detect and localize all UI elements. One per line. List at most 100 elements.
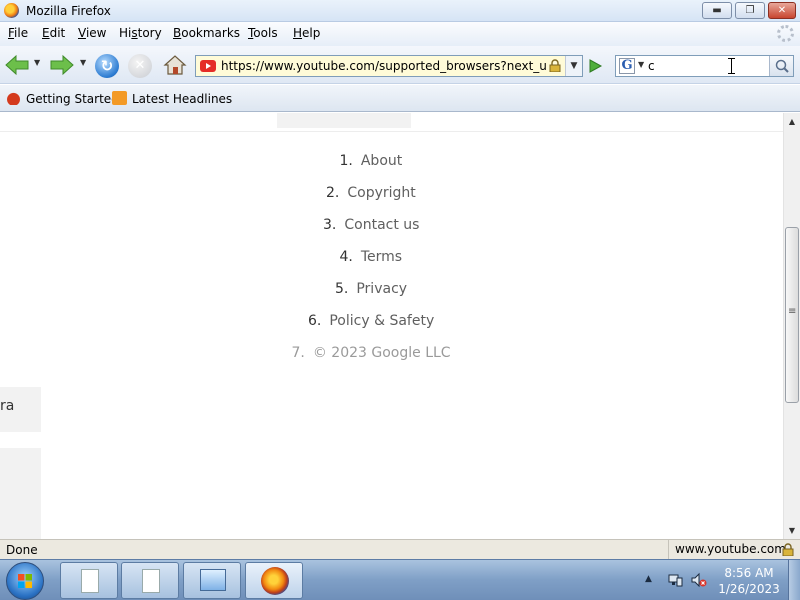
copyright-item: 7. © 2023 Google LLC	[292, 345, 451, 377]
reload-button[interactable]: ↻	[95, 54, 119, 78]
clock-time: 8:56 AM	[724, 566, 774, 580]
footer-item-label: About	[360, 153, 403, 169]
url-text[interactable]: https://www.youtube.com/supported_browse…	[221, 59, 547, 73]
search-button[interactable]	[769, 56, 793, 76]
scroll-up-button[interactable]: ▲	[784, 113, 800, 130]
show-desktop-button[interactable]	[788, 560, 800, 600]
padlock-icon[interactable]	[549, 59, 561, 72]
footer-item-number: 7.	[291, 345, 305, 361]
taskbar-item-document-2[interactable]	[121, 562, 179, 599]
menu-bar: File Edit View History Bookmarks Tools H…	[0, 22, 800, 46]
menu-help-label: elp	[302, 26, 321, 40]
windows-logo-icon	[18, 574, 32, 588]
side-panel-block	[0, 448, 41, 539]
side-panel-text: ra	[0, 398, 15, 414]
system-clock[interactable]: 8:56 AM 1/26/2023	[716, 565, 782, 597]
firefox-icon	[261, 567, 289, 595]
footer-item-label: Terms	[360, 249, 403, 265]
status-bar: Done www.youtube.com	[0, 539, 800, 559]
menu-edit-key: E	[42, 26, 50, 40]
search-engine-selector[interactable]: G ▼	[618, 58, 646, 74]
back-history-dropdown[interactable]: ▼	[34, 58, 40, 67]
menu-history-pre: Hi	[119, 26, 132, 40]
menu-view-label: iew	[85, 26, 107, 40]
menu-tools[interactable]: Tools	[248, 26, 278, 40]
menu-help-key: H	[293, 26, 303, 40]
menu-bookmarks-label: ookmarks	[181, 26, 241, 40]
go-button[interactable]	[587, 58, 603, 74]
forward-button[interactable]	[49, 54, 75, 76]
scroll-thumb[interactable]	[785, 227, 799, 404]
menu-view[interactable]: View	[78, 26, 106, 40]
url-history-dropdown[interactable]: ▼	[565, 56, 582, 76]
forward-arrow-icon	[50, 54, 74, 76]
menu-edit-label: dit	[49, 26, 66, 40]
bookmark-latest-headlines-label: Latest Headlines	[132, 92, 233, 106]
forward-history-dropdown[interactable]: ▼	[80, 58, 86, 67]
footer-link[interactable]: 6. Policy & Safety	[308, 313, 434, 345]
bookmark-getting-started-label: Getting Started	[26, 92, 119, 106]
menu-view-key: V	[78, 26, 86, 40]
footer-link[interactable]: 4. Terms	[340, 249, 403, 281]
footer-link[interactable]: 1. About	[340, 153, 403, 185]
window-title: Mozilla Firefox	[26, 4, 111, 18]
scroll-down-button[interactable]: ▼	[784, 522, 800, 539]
magnifier-icon	[775, 59, 789, 73]
top-page-strip	[277, 113, 411, 128]
show-hidden-icons-button[interactable]: ▲	[645, 574, 652, 584]
minimize-button[interactable]: ▬	[702, 2, 732, 19]
control-panel-icon	[200, 569, 226, 591]
firefox-bookmark-icon	[6, 91, 21, 105]
back-button[interactable]	[4, 54, 30, 76]
footer-item-number: 6.	[308, 313, 322, 329]
home-button[interactable]	[163, 53, 187, 77]
menu-history[interactable]: History	[119, 26, 162, 40]
home-icon	[163, 55, 187, 75]
taskbar-item-firefox[interactable]	[245, 562, 303, 599]
footer-link[interactable]: 2. Copyright	[326, 185, 416, 217]
url-bar[interactable]: https://www.youtube.com/supported_browse…	[195, 55, 583, 77]
footer-item-label: Copyright	[347, 185, 416, 201]
menu-bookmarks[interactable]: Bookmarks	[173, 26, 240, 40]
side-panel-fragment: ra	[0, 387, 41, 432]
taskbar-item-control-panel[interactable]	[183, 562, 241, 599]
menu-file[interactable]: File	[8, 26, 28, 40]
menu-help[interactable]: Help	[293, 26, 320, 40]
footer-item-label: Privacy	[356, 281, 408, 297]
page-content: 1. About 2. Copyright 3. Contact us 4. Terms 5. P…	[0, 113, 783, 539]
footer-link[interactable]: 5. Privacy	[335, 281, 407, 313]
footer-item-label: © 2023 Google LLC	[312, 345, 451, 361]
back-arrow-icon	[5, 54, 29, 76]
content-divider	[0, 131, 783, 132]
menu-history-label: tory	[137, 26, 162, 40]
status-padlock-icon[interactable]	[782, 543, 794, 556]
footer-item-number: 3.	[323, 217, 337, 233]
bookmark-latest-headlines[interactable]: Latest Headlines	[112, 91, 232, 106]
youtube-favicon-icon	[200, 60, 216, 72]
taskbar-item-document[interactable]	[60, 562, 118, 599]
stop-button[interactable]: ✕	[128, 54, 152, 78]
rss-feed-icon	[112, 91, 127, 105]
menu-edit[interactable]: Edit	[42, 26, 65, 40]
bookmark-getting-started[interactable]: Getting Started	[6, 91, 119, 106]
maximize-button[interactable]: ❐	[735, 2, 765, 19]
start-button[interactable]	[6, 562, 44, 600]
vertical-scrollbar[interactable]: ▲ ▼	[783, 113, 800, 539]
search-input[interactable]	[648, 58, 768, 74]
footer-item-number: 4.	[339, 249, 353, 265]
footer-item-number: 5.	[335, 281, 349, 297]
footer-link[interactable]: 3. Contact us	[323, 217, 419, 249]
firefox-icon	[4, 3, 19, 18]
clock-date: 1/26/2023	[718, 582, 780, 596]
bookmarks-toolbar: Getting Started Latest Headlines	[0, 85, 800, 112]
close-button[interactable]: ✕	[768, 2, 796, 19]
search-engine-dropdown-icon: ▼	[638, 60, 645, 69]
status-domain: www.youtube.com	[668, 540, 786, 559]
footer-item-label: Policy & Safety	[329, 313, 435, 329]
network-icon[interactable]	[667, 572, 683, 588]
status-text: Done	[6, 543, 38, 557]
footer-item-number: 2.	[326, 185, 340, 201]
taskbar: ▲ 8:56 AM 1/26/2023	[0, 559, 800, 600]
volume-muted-icon[interactable]	[691, 572, 707, 588]
menu-bookmarks-key: B	[173, 26, 182, 40]
